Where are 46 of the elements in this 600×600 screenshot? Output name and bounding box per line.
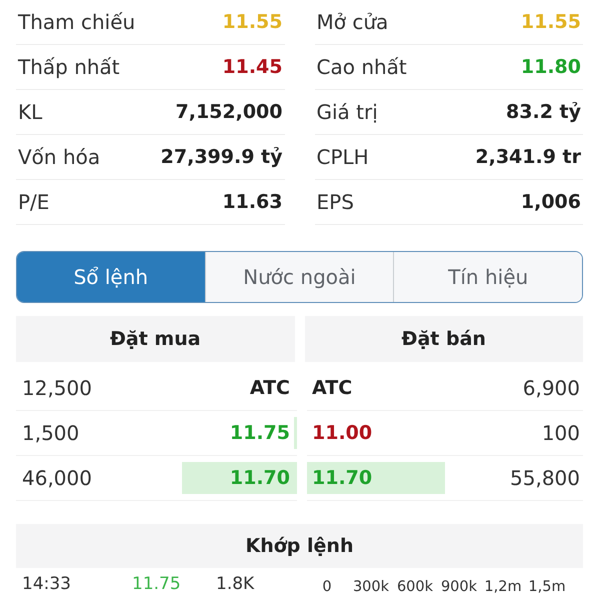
stat-value: 11.55 xyxy=(520,11,581,33)
tab[interactable]: Tín hiệu xyxy=(393,252,582,302)
section-header: Khớp lệnh xyxy=(16,524,583,568)
column-header: Đặt mua xyxy=(16,316,294,362)
stat-label: Tham chiếu xyxy=(18,10,136,34)
stat-label: Vốn hóa xyxy=(18,145,100,169)
trade-volume: 1.8K xyxy=(216,574,256,594)
stat-value: 83.2 tỷ xyxy=(506,101,581,123)
stat-value: 2,341.9 tr xyxy=(475,146,581,168)
axis-label: 1,5m xyxy=(527,578,567,594)
stat-value: 27,399.9 tỷ xyxy=(160,146,282,168)
ask-price: 11.00 xyxy=(312,422,372,444)
stat-value: 11.55 xyxy=(222,11,282,33)
ask-price: 11.70 xyxy=(312,467,372,489)
stat-label: P/E xyxy=(18,190,50,214)
stat-value: 11.80 xyxy=(520,56,581,78)
axis-label: 600k xyxy=(396,578,434,594)
bid-price: ATC xyxy=(250,377,290,399)
trade-time: 14:33 xyxy=(21,574,72,594)
stat-value: 11.63 xyxy=(222,191,282,213)
trade-price: 11.75 xyxy=(132,574,182,594)
bid-volume: 46,000 xyxy=(22,466,92,490)
axis-label: 900k xyxy=(440,578,478,594)
ask-volume: 100 xyxy=(542,421,580,445)
bid-volume: 1,500 xyxy=(22,421,80,445)
stat-value: 1,006 xyxy=(520,191,581,213)
ask-price: ATC xyxy=(312,377,352,399)
stat-value: 7,152,000 xyxy=(176,101,282,123)
axis-label: 300k xyxy=(352,578,390,594)
ask-volume: 6,900 xyxy=(522,376,580,400)
column-header: Đặt bán xyxy=(304,316,583,362)
ask-volume: 55,800 xyxy=(510,466,580,490)
stat-label: Thấp nhất xyxy=(18,55,120,79)
stat-label: KL xyxy=(18,100,42,124)
tab[interactable]: Sổ lệnh xyxy=(17,252,205,302)
axis-label: 1,2m xyxy=(483,578,523,594)
bid-price: 11.70 xyxy=(230,467,290,489)
stat-label: CPLH xyxy=(316,145,369,169)
axis-label: 0 xyxy=(321,578,333,594)
stat-label: Mở cửa xyxy=(316,10,388,34)
stat-label: Giá trị xyxy=(316,100,378,124)
bid-price: 11.75 xyxy=(230,422,290,444)
stat-label: EPS xyxy=(316,190,354,214)
bid-volume: 12,500 xyxy=(22,376,92,400)
stat-value: 11.45 xyxy=(222,56,282,78)
stat-label: Cao nhất xyxy=(316,55,407,79)
